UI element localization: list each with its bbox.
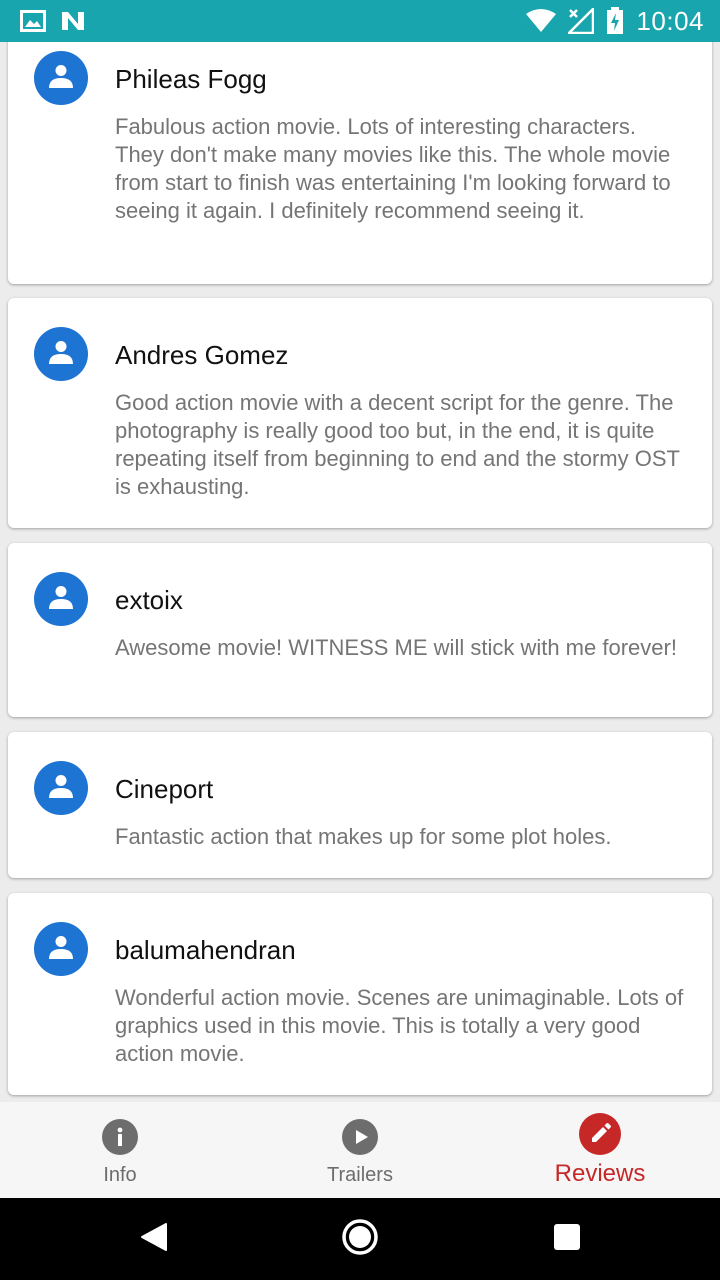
- review-author: balumahendran: [115, 935, 296, 965]
- review-author: extoix: [115, 585, 183, 615]
- battery-charging-icon: [606, 7, 624, 35]
- review-card: balumahendran Wonderful action movie. Sc…: [8, 893, 712, 1095]
- review-content: Good action movie with a decent script f…: [115, 390, 680, 499]
- pencil-icon: [579, 1113, 621, 1155]
- nav-label: Reviews: [554, 1160, 646, 1187]
- nav-item-trailers[interactable]: Trailers: [240, 1102, 480, 1198]
- signal-icon: [568, 8, 595, 34]
- nav-item-reviews[interactable]: Reviews: [480, 1102, 720, 1198]
- recent-apps-button[interactable]: [507, 1198, 627, 1280]
- avatar: [34, 761, 88, 815]
- review-card: Phileas Fogg Fabulous action movie. Lots…: [8, 42, 712, 284]
- person-icon: [48, 339, 74, 370]
- review-author: Phileas Fogg: [115, 64, 267, 94]
- avatar: [34, 572, 88, 626]
- person-icon: [48, 773, 74, 804]
- back-triangle-icon: [140, 1222, 168, 1257]
- status-bar-right: 10:04: [526, 6, 704, 37]
- review-content: Awesome movie! WITNESS ME will stick wit…: [115, 635, 677, 660]
- review-author: Andres Gomez: [115, 340, 289, 370]
- person-icon: [48, 934, 74, 965]
- avatar: [34, 327, 88, 381]
- person-icon: [48, 584, 74, 615]
- back-button[interactable]: [94, 1198, 214, 1280]
- review-card: extoix Awesome movie! WITNESS ME will st…: [8, 543, 712, 717]
- review-content: Wonderful action movie. Scenes are unima…: [115, 985, 684, 1066]
- status-bar: 10:04: [0, 0, 720, 42]
- review-author: Cineport: [115, 774, 214, 804]
- status-time: 10:04: [636, 5, 704, 36]
- home-circle-icon: [341, 1218, 379, 1261]
- n-logo-icon: [60, 10, 86, 32]
- info-icon: [102, 1119, 138, 1155]
- nav-label: Trailers: [327, 1164, 393, 1186]
- person-icon: [48, 63, 74, 94]
- screen: 10:04 Phileas Fogg Fabulous action movie…: [0, 0, 720, 1280]
- play-icon: [342, 1119, 378, 1155]
- status-bar-left: [20, 9, 86, 33]
- image-icon: [20, 9, 46, 33]
- review-content: Fabulous action movie. Lots of interesti…: [115, 114, 671, 223]
- review-list[interactable]: Phileas Fogg Fabulous action movie. Lots…: [0, 42, 720, 1102]
- system-navigation-bar: [0, 1198, 720, 1280]
- bottom-navigation: Info Trailers Reviews: [0, 1102, 720, 1198]
- nav-label: Info: [103, 1164, 137, 1186]
- wifi-icon: [526, 9, 557, 33]
- nav-item-info[interactable]: Info: [0, 1102, 240, 1198]
- recent-square-icon: [553, 1223, 581, 1256]
- home-button[interactable]: [300, 1198, 420, 1280]
- review-content: Fantastic action that makes up for some …: [115, 824, 612, 849]
- review-card: Andres Gomez Good action movie with a de…: [8, 298, 712, 528]
- review-card: Cineport Fantastic action that makes up …: [8, 732, 712, 878]
- avatar: [34, 922, 88, 976]
- avatar: [34, 51, 88, 105]
